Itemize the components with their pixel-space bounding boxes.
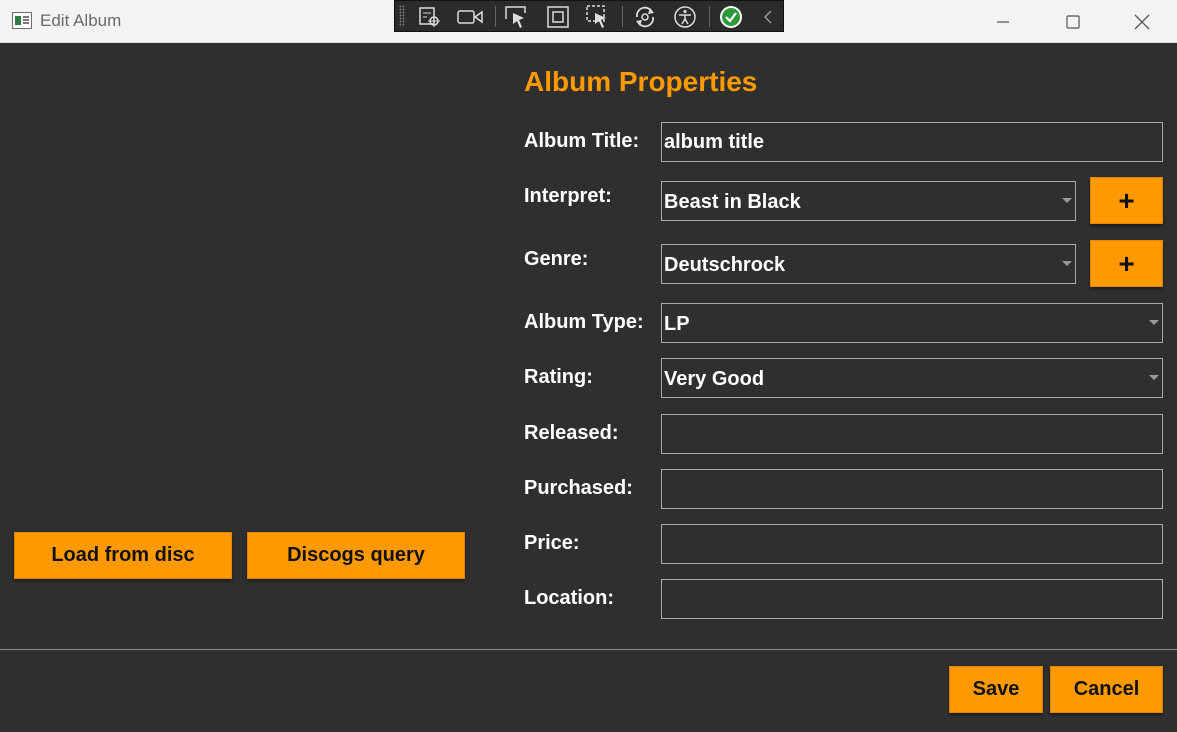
debug-toolbar [394, 0, 784, 32]
chevron-down-icon [1062, 261, 1072, 266]
maximize-icon [1066, 14, 1080, 29]
interpret-value: Beast in Black [664, 191, 801, 213]
released-label: Released: [524, 422, 619, 444]
add-interpret-button[interactable]: + [1090, 177, 1163, 224]
rating-label: Rating: [524, 366, 593, 388]
album-type-value: LP [664, 313, 690, 335]
discogs-query-button[interactable]: Discogs query [247, 532, 465, 579]
display-layout-adorners-button[interactable] [545, 4, 571, 29]
album-type-combobox[interactable]: LP [661, 303, 1163, 343]
released-input[interactable] [661, 414, 1163, 454]
genre-combobox[interactable]: Deutschrock [661, 244, 1076, 284]
interpret-label: Interpret: [524, 185, 612, 207]
chevron-down-icon [1062, 198, 1072, 203]
select-element-icon [505, 5, 526, 28]
close-button[interactable] [1107, 0, 1177, 43]
minimize-button[interactable] [968, 0, 1038, 43]
purchased-label: Purchased: [524, 477, 633, 499]
window-title: Edit Album [40, 11, 122, 30]
app-icon [12, 12, 32, 29]
collapse-chevron-icon [763, 9, 772, 24]
display-layout-adorners-icon [547, 5, 569, 28]
live-visual-tree-icon [419, 6, 440, 27]
binding-status-button[interactable] [718, 4, 744, 29]
price-input[interactable] [661, 524, 1163, 564]
close-icon [1134, 14, 1150, 29]
hot-reload-button[interactable] [632, 4, 658, 29]
album-title-label: Album Title: [524, 130, 640, 152]
save-button[interactable]: Save [949, 666, 1043, 713]
genre-label: Genre: [524, 248, 589, 270]
genre-value: Deutschrock [664, 254, 786, 276]
chevron-down-icon [1149, 320, 1159, 325]
location-label: Location: [524, 587, 614, 609]
price-label: Price: [524, 532, 580, 554]
track-focus-button[interactable] [585, 4, 611, 29]
cancel-button[interactable]: Cancel [1050, 666, 1163, 713]
load-from-disc-button[interactable]: Load from disc [14, 532, 232, 579]
album-title-input[interactable] [661, 122, 1163, 162]
record-icon [457, 9, 483, 24]
accessibility-button[interactable] [672, 4, 698, 29]
purchased-input[interactable] [661, 469, 1163, 509]
rating-combobox[interactable]: Very Good [661, 358, 1163, 398]
page-title: Album Properties [524, 66, 758, 97]
location-input[interactable] [661, 579, 1163, 619]
accessibility-icon [674, 5, 696, 28]
select-element-button[interactable] [504, 4, 530, 29]
collapse-toolbar-button[interactable] [755, 4, 781, 29]
track-focus-icon [586, 4, 606, 28]
binding-ok-icon [720, 5, 742, 28]
minimize-icon [997, 20, 1009, 23]
interpret-combobox[interactable]: Beast in Black [661, 181, 1076, 221]
rating-value: Very Good [664, 368, 765, 390]
maximize-button[interactable] [1038, 0, 1108, 43]
toolbar-grip[interactable] [399, 5, 405, 27]
record-button[interactable] [457, 4, 483, 29]
live-visual-tree-button[interactable] [417, 4, 443, 29]
album-type-label: Album Type: [524, 311, 644, 333]
chevron-down-icon [1149, 375, 1159, 380]
footer-divider [0, 649, 1177, 650]
add-genre-button[interactable]: + [1090, 240, 1163, 287]
hot-reload-icon [636, 6, 654, 27]
